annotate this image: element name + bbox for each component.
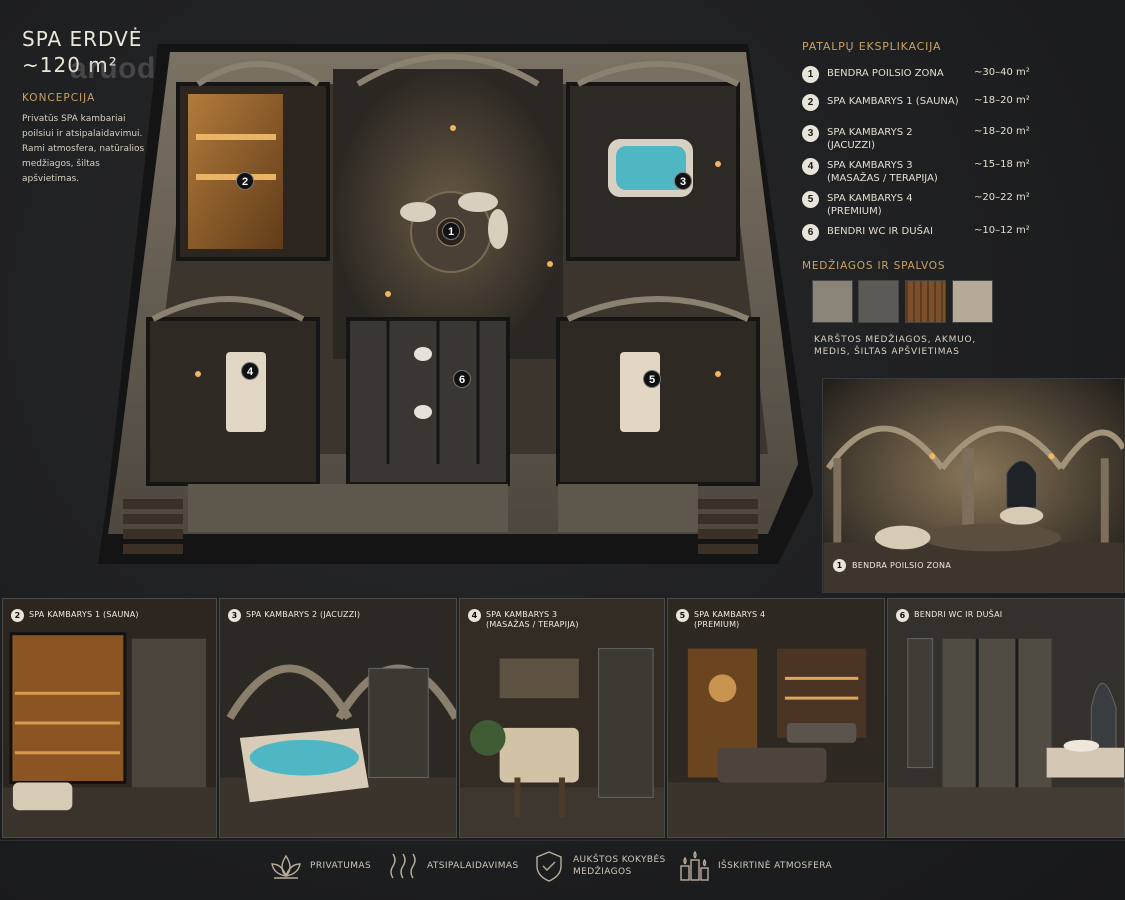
photo-caption: 3 SPA KAMBARYS 2 (JACUZZI) (228, 609, 360, 622)
plan-marker-3: 3 (674, 172, 692, 190)
feature-privacy: PRIVATUMAS (268, 848, 388, 888)
photo-caption: 4 SPA KAMBARYS 3 (MASAŽAS / TERAPIJA) (468, 609, 579, 630)
legend-room-name: SPA KAMBARYS 2 (JACUZZI) (827, 127, 913, 151)
photo-number: 2 (11, 609, 24, 622)
feature-label: IŠSKIRTINĖ ATMOSFERA (718, 861, 833, 871)
stone-light-swatch (812, 280, 853, 323)
sauna-illustration (3, 599, 216, 837)
legend-row: 3 SPA KAMBARYS 2 (JACUZZI) ~18–20 m² (802, 125, 1042, 155)
photo-title: SPA KAMBARYS 2 (JACUZZI) (246, 610, 361, 619)
premium-illustration (668, 599, 884, 837)
floor-plan-drawing (98, 44, 813, 564)
materials-heading: MEDŽIAGOS IR SPALVOS (802, 260, 946, 272)
legend-number: 1 (802, 66, 819, 83)
photo-title: BENDRI WC IR DUŠAI (914, 610, 1003, 619)
photo-title: SPA KAMBARYS 3 (486, 610, 558, 619)
lounge-caption-text: BENDRA POILSIO ZONA (852, 561, 952, 570)
photo-massage: 4 SPA KAMBARYS 3 (MASAŽAS / TERAPIJA) (459, 598, 665, 838)
lounge-caption: 1 BENDRA POILSIO ZONA (833, 559, 951, 572)
lounge-photo: 1 BENDRA POILSIO ZONA (822, 378, 1125, 593)
feature-quality: AUKŠTOS KOKYBĖS MEDŽIAGOS (531, 848, 671, 888)
legend-room-area: ~10–12 m² (974, 225, 1030, 236)
massage-illustration (460, 599, 664, 837)
photo-subtitle: (PREMIUM) (694, 620, 740, 629)
plan-marker-6: 6 (453, 370, 471, 388)
legend-room-name: BENDRA POILSIO ZONA (827, 68, 944, 79)
legend-row: 1 BENDRA POILSIO ZONA ~30–40 m² (802, 66, 1042, 96)
stone-beige-swatch (952, 280, 993, 323)
feature-label: ATSIPALAIDAVIMAS (427, 861, 519, 871)
feature-atmosphere: IŠSKIRTINĖ ATMOSFERA (676, 848, 836, 888)
photo-number: 3 (228, 609, 241, 622)
legend-heading: PATALPŲ EKSPLIKACIJA (802, 40, 942, 53)
legend-row: 2 SPA KAMBARYS 1 (SAUNA) ~18–20 m² (802, 94, 1042, 124)
legend-row: 4 SPA KAMBARYS 3 (MASAŽAS / TERAPIJA) ~1… (802, 158, 1042, 188)
legend-row: 5 SPA KAMBARYS 4 (PREMIUM) ~20–22 m² (802, 191, 1042, 221)
legend-row: 6 BENDRI WC IR DUŠAI ~10–12 m² (802, 224, 1042, 254)
steam-waves-icon (390, 853, 416, 879)
legend-room-name: SPA KAMBARYS 4 (PREMIUM) (827, 193, 913, 217)
floor-plan: 1 2 3 4 6 5 (78, 24, 818, 584)
lotus-icon (271, 854, 301, 879)
legend-room-area: ~18–20 m² (974, 126, 1030, 137)
legend-number: 2 (802, 94, 819, 111)
photo-subtitle: (MASAŽAS / TERAPIJA) (486, 620, 579, 629)
photo-number: 5 (676, 609, 689, 622)
photo-premium: 5 SPA KAMBARYS 4 (PREMIUM) (667, 598, 885, 838)
legend-room-area: ~15–18 m² (974, 159, 1030, 170)
legend-number: 6 (802, 224, 819, 241)
photo-caption: 6 BENDRI WC IR DUŠAI (896, 609, 1002, 622)
legend-room-name: SPA KAMBARYS 1 (SAUNA) (827, 96, 959, 107)
candles-icon (680, 850, 709, 881)
photo-title: SPA KAMBARYS 1 (SAUNA) (29, 610, 139, 619)
photo-caption: 2 SPA KAMBARYS 1 (SAUNA) (11, 609, 139, 622)
jacuzzi-illustration (220, 599, 456, 837)
legend-room-area: ~20–22 m² (974, 192, 1030, 203)
wood-swatch (905, 280, 946, 323)
photo-wc: 6 BENDRI WC IR DUŠAI (887, 598, 1125, 838)
plan-marker-2: 2 (236, 172, 254, 190)
wc-illustration (888, 599, 1124, 837)
legend-number: 5 (802, 191, 819, 208)
feature-label: AUKŠTOS KOKYBĖS MEDŽIAGOS (573, 855, 666, 877)
legend-number: 4 (802, 158, 819, 175)
photo-number: 6 (896, 609, 909, 622)
photo-caption: 5 SPA KAMBARYS 4 (PREMIUM) (676, 609, 765, 630)
plan-marker-5: 5 (643, 370, 661, 388)
photo-number: 4 (468, 609, 481, 622)
legend-room-name: BENDRI WC IR DUŠAI (827, 226, 933, 237)
shield-check-icon (536, 851, 562, 882)
plan-marker-1: 1 (442, 222, 460, 240)
photo-sauna: 2 SPA KAMBARYS 1 (SAUNA) (2, 598, 217, 838)
stone-dark-swatch (858, 280, 899, 323)
photo-title: SPA KAMBARYS 4 (694, 610, 766, 619)
lounge-caption-number: 1 (833, 559, 846, 572)
photo-jacuzzi: 3 SPA KAMBARYS 2 (JACUZZI) (219, 598, 457, 838)
feature-label: PRIVATUMAS (310, 861, 372, 871)
footer-divider (0, 840, 1125, 841)
legend-room-name: SPA KAMBARYS 3 (MASAŽAS / TERAPIJA) (827, 160, 938, 184)
materials-text: KARŠTOS MEDŽIAGOS, AKMUO, MEDIS, ŠILTAS … (814, 335, 977, 357)
legend-room-area: ~30–40 m² (974, 67, 1030, 78)
legend-room-area: ~18–20 m² (974, 95, 1030, 106)
legend-number: 3 (802, 125, 819, 142)
feature-relaxation: ATSIPALAIDAVIMAS (385, 848, 525, 888)
plan-marker-4: 4 (241, 362, 259, 380)
